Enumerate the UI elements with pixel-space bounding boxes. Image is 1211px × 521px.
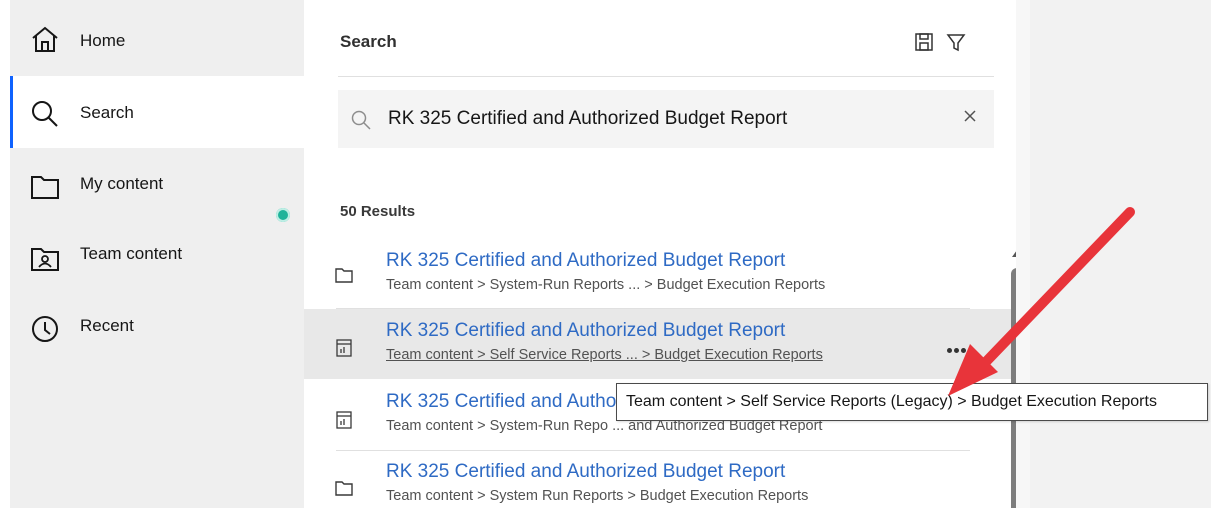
sidebar-item-team-content[interactable]: Team content <box>10 220 304 292</box>
sidebar-item-label: Recent <box>80 316 134 335</box>
report-icon <box>336 411 352 429</box>
folder-icon <box>335 268 353 283</box>
search-icon <box>351 110 371 130</box>
result-path: Team content > Self Service Reports ... … <box>386 347 823 363</box>
search-field[interactable] <box>338 90 994 148</box>
sidebar-item-label: Search <box>80 103 134 122</box>
result-path: Team content > System-Run Reports ... > … <box>386 277 826 293</box>
result-row[interactable]: RK 325 Certified and Authorized Budget R… <box>304 309 1030 379</box>
sidebar-item-search[interactable]: Search <box>10 76 304 148</box>
clear-icon[interactable] <box>960 106 980 126</box>
overflow-menu-icon[interactable] <box>947 340 971 353</box>
notification-indicator <box>276 208 290 222</box>
search-panel: Search 50 Results RK 325 Certified and A… <box>304 0 1030 508</box>
folder-icon <box>31 176 59 199</box>
result-path: Team content > System Run Reports > Budg… <box>386 488 809 504</box>
result-title-link[interactable]: RK 325 Certified and Authorized Budget R… <box>386 461 785 483</box>
sidebar-item-recent[interactable]: Recent <box>10 292 304 364</box>
sidebar: Home Search My content Team content Rece… <box>10 0 304 508</box>
sidebar-item-label: Team content <box>80 244 183 263</box>
results-count: 50 Results <box>340 203 416 220</box>
sidebar-item-label: Home <box>80 31 126 50</box>
result-row[interactable]: RK 325 Certified and Authorized Budget R… <box>304 451 1030 521</box>
home-icon <box>32 26 58 52</box>
search-input[interactable] <box>388 106 948 132</box>
sidebar-item-my-content[interactable]: My content <box>10 148 304 220</box>
result-row[interactable]: RK 325 Certified and Authorized Budget R… <box>304 238 1030 308</box>
sidebar-item-home[interactable]: Home <box>10 4 304 76</box>
result-title-link[interactable]: RK 325 Certified and Authorized Budget R… <box>386 250 785 272</box>
result-title-link[interactable]: RK 325 Certified and Authorized Budget R… <box>386 320 785 342</box>
save-icon[interactable] <box>914 32 934 52</box>
search-icon <box>32 101 58 127</box>
path-tooltip: Team content > Self Service Reports (Leg… <box>616 383 1208 421</box>
report-icon <box>336 339 352 357</box>
content-area <box>1030 0 1211 508</box>
panel-edge <box>1016 0 1030 508</box>
filter-icon[interactable] <box>946 32 966 52</box>
sidebar-item-label: My content <box>80 174 164 193</box>
team-folder-icon <box>31 248 59 271</box>
folder-icon <box>335 481 353 496</box>
header-divider <box>338 76 994 77</box>
panel-title: Search <box>340 32 397 51</box>
clock-icon <box>32 316 58 342</box>
